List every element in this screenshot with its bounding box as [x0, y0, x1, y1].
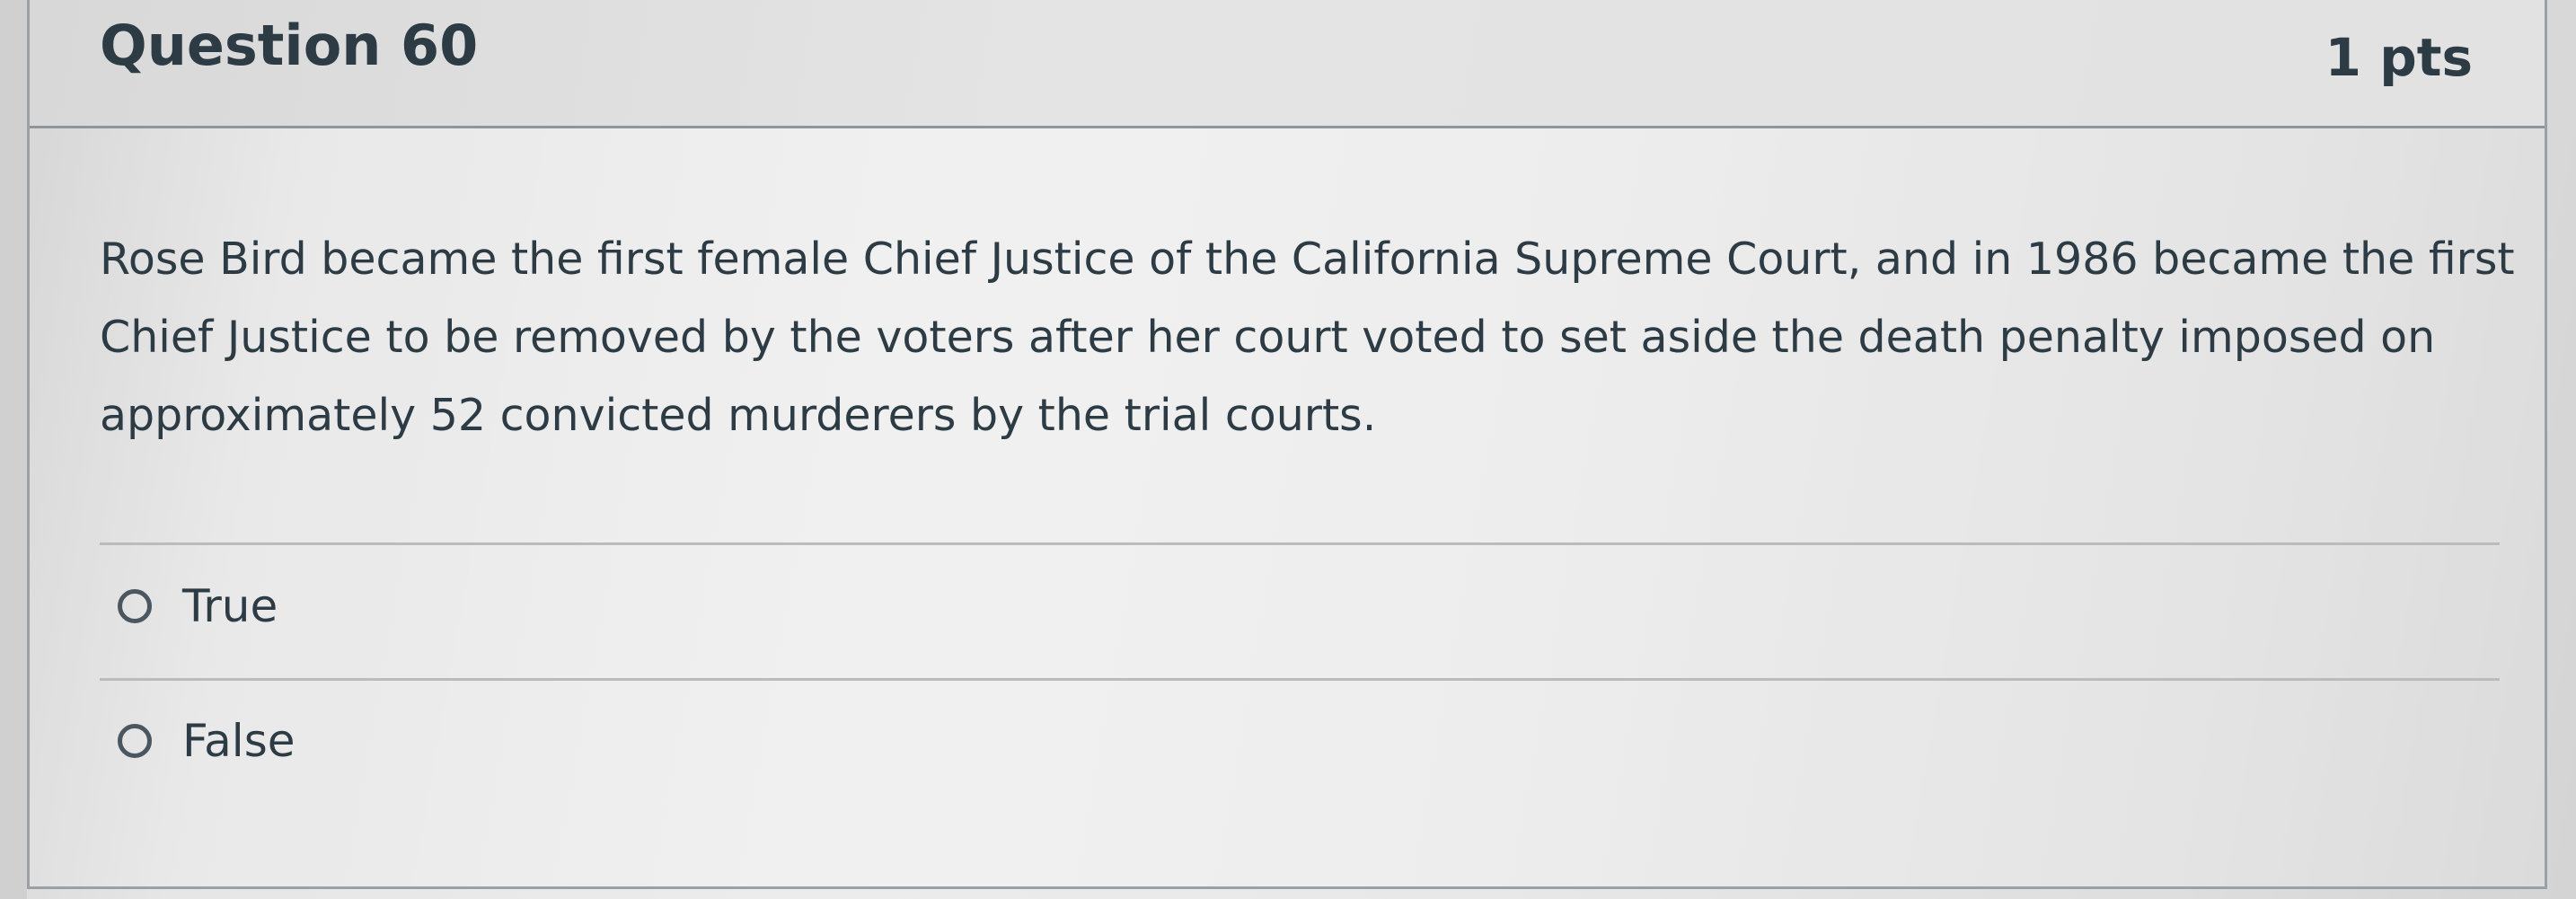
question-card: Question 60 1 pts Rose Bird became the f… — [27, 0, 2547, 889]
question-title: Question 60 — [100, 13, 479, 78]
answer-label: True — [182, 580, 278, 632]
answer-option-false[interactable]: False — [118, 705, 296, 777]
answer-option-true[interactable]: True — [118, 570, 278, 642]
answer-divider — [100, 542, 2500, 545]
page-background-edge — [0, 0, 27, 899]
radio-button-icon[interactable] — [118, 724, 152, 758]
question-header: Question 60 1 pts — [30, 0, 2545, 128]
answer-label: False — [182, 715, 296, 767]
radio-button-icon[interactable] — [118, 589, 152, 623]
answer-divider — [100, 678, 2500, 681]
question-text: Rose Bird became the first female Chief … — [100, 234, 2515, 441]
question-points: 1 pts — [2325, 27, 2473, 88]
